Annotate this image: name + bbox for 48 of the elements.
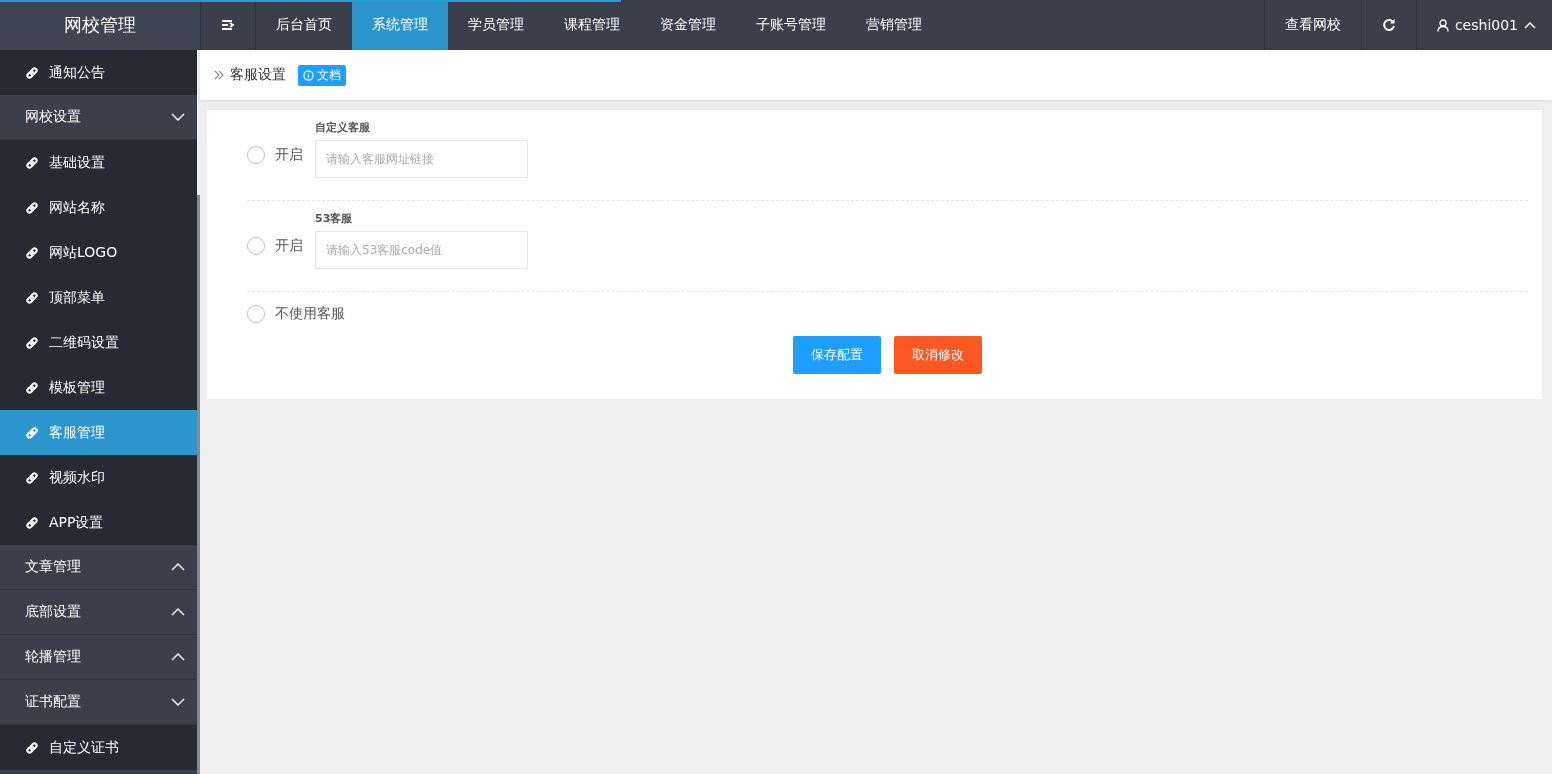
chevron-down-icon [171,113,185,121]
sidebar-item[interactable]: 网站名称 [0,185,197,230]
sidebar-item[interactable]: 顶部菜单 [0,275,197,320]
link-icon [25,200,39,215]
chevron-up-icon [171,608,185,616]
sidebar-item[interactable]: 视频水印 [0,455,197,500]
user-icon [1436,18,1449,32]
link-icon [25,65,39,80]
nav-tab[interactable]: 课程管理 [544,0,640,50]
link-icon [25,740,39,755]
sidebar-item[interactable]: APP设置 [0,500,197,545]
chevron-up-icon [171,653,185,661]
nav-tab[interactable]: 后台首页 [256,0,352,50]
nav-tab[interactable]: 资金管理 [640,0,736,50]
chevron-up-icon [171,563,185,571]
page-title: 客服设置 [230,66,286,84]
radio-label: 不使用客服 [275,305,345,323]
info-icon [303,69,314,81]
field-title: 53客服 [315,211,354,226]
link-icon [25,380,39,395]
input-field[interactable]: 请输入客服网址链接 [315,140,528,178]
radio-label: 开启 [275,237,304,255]
link-icon [25,290,39,305]
sidebar-item[interactable]: 自定义证书 [0,725,197,770]
link-icon [25,470,39,485]
menu-icon [221,19,235,31]
chevron-up-icon [1524,21,1536,29]
nav-tab[interactable]: 营销管理 [846,0,942,50]
sidebar-item[interactable]: 网站LOGO [0,230,197,275]
sidebar-item[interactable]: 基础设置 [0,140,197,185]
link-icon [25,155,39,170]
sidebar-item[interactable]: 二维码设置 [0,320,197,365]
radio-label: 开启 [275,146,304,164]
link-icon [25,425,39,440]
refresh-icon [1381,18,1396,32]
sidebar-item[interactable]: 通知公告 [0,50,197,95]
nav-tab[interactable]: 子账号管理 [736,0,846,50]
nav-tab[interactable]: 学员管理 [448,0,544,50]
link-icon [25,335,39,350]
link-icon [25,515,39,530]
scrollbar[interactable] [197,195,200,774]
double-chevron-icon [214,70,224,80]
brand-title: 网校管理 [0,0,200,50]
field-title: 自定义客服 [315,120,371,135]
sidebar-item[interactable]: 模板管理 [0,365,197,410]
chevron-down-icon [171,698,185,706]
link-icon [25,245,39,260]
input-field[interactable]: 请输入53客服code值 [315,231,528,269]
